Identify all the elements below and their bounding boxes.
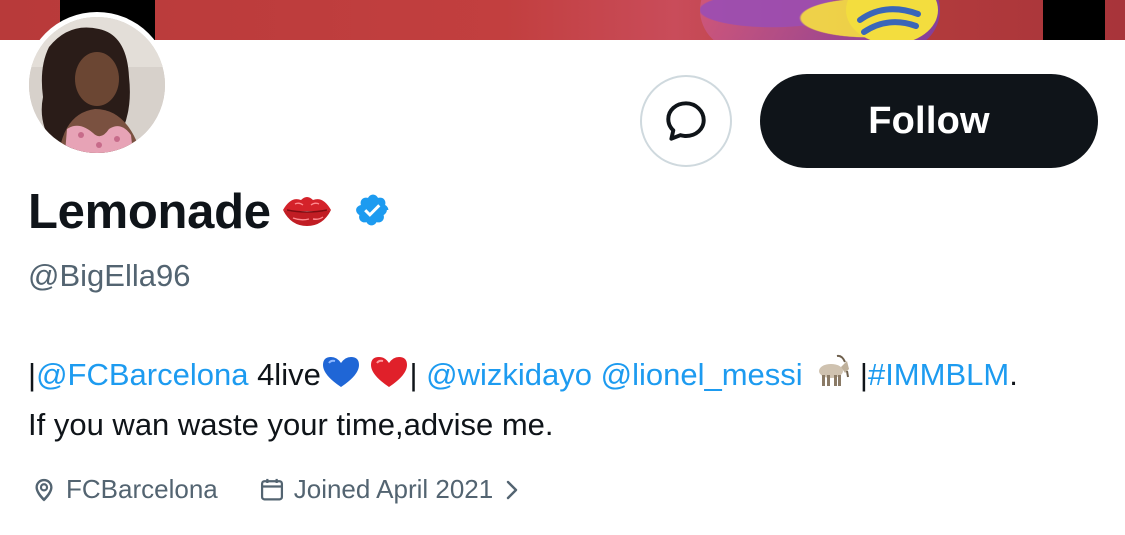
- location-item: FCBarcelona: [30, 474, 218, 505]
- mention-fcbarcelona[interactable]: @FCBarcelona: [36, 357, 248, 392]
- hashtag-immblm[interactable]: #IMMBLM: [868, 357, 1009, 392]
- joined-item[interactable]: Joined April 2021: [258, 474, 531, 505]
- banner-art-lines: [846, 0, 938, 40]
- banner-dark-area-right: [1043, 0, 1105, 40]
- blue-heart-icon: [321, 355, 361, 402]
- mention-wizkidayo[interactable]: @wizkidayo: [426, 357, 592, 392]
- bio-text: 4live: [248, 357, 321, 392]
- message-button[interactable]: [640, 75, 732, 167]
- bio-line-1: |@FCBarcelona 4live | @wizkidayo @lionel…: [28, 352, 1108, 402]
- avatar-photo-image: [29, 17, 165, 153]
- chevron-right-icon: [507, 480, 518, 499]
- calendar-icon: [260, 478, 283, 500]
- kiss-mark-icon: [281, 190, 333, 235]
- avatar[interactable]: [24, 12, 170, 158]
- bio-space: [592, 357, 601, 392]
- bio-pipe: |: [28, 357, 37, 392]
- joined-text: Joined April 2021: [293, 474, 494, 504]
- mention-lionel-messi[interactable]: @lionel_messi: [601, 357, 803, 392]
- follow-button[interactable]: Follow: [760, 74, 1098, 168]
- location-text: FCBarcelona: [66, 474, 218, 504]
- bio-line-2: If you wan waste your time,advise me.: [28, 407, 554, 442]
- bio-period: .: [1009, 357, 1018, 392]
- message-bubble-icon: [666, 101, 706, 141]
- user-handle: @BigElla96: [28, 258, 191, 293]
- location-pin-icon: [35, 478, 53, 501]
- verified-badge-icon[interactable]: [355, 192, 391, 233]
- bio-pipe: |: [409, 357, 427, 392]
- display-name: Lemonade: [28, 185, 271, 239]
- red-heart-icon: [369, 355, 409, 402]
- bio-pipe: |: [851, 357, 868, 392]
- goat-icon: [811, 353, 851, 402]
- profile-banner[interactable]: [0, 0, 1125, 40]
- profile-meta: FCBarcelona Joined April 2021: [30, 474, 531, 505]
- avatar-photo: [29, 17, 165, 153]
- name-row: Lemonade: [28, 182, 391, 242]
- bio: |@FCBarcelona 4live | @wizkidayo @lionel…: [28, 352, 1108, 448]
